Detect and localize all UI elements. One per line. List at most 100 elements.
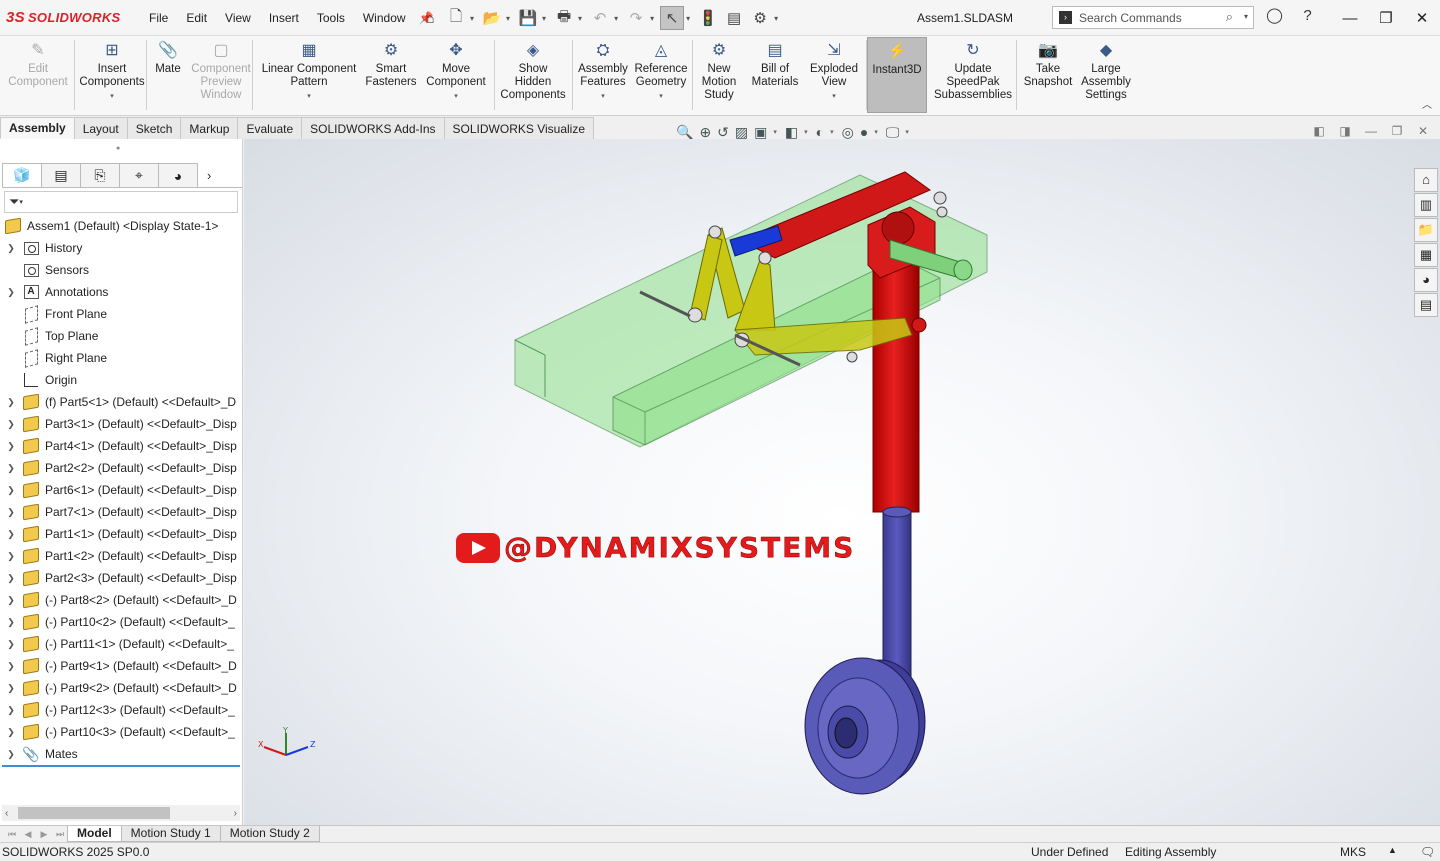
tree-item[interactable]: ❯ (f) Part5<1> (Default) <<Default>_D — [0, 391, 242, 413]
tree-item[interactable]: ❯ Part1<1> (Default) <<Default>_Disp — [0, 523, 242, 545]
new-dropdown-icon[interactable]: ▾ — [470, 14, 474, 23]
expand-chevron-icon[interactable]: ❯ — [0, 551, 22, 562]
show-hidden-components-button[interactable]: ◈ Show Hidden Components — [496, 39, 570, 102]
expand-chevron-icon[interactable]: ❯ — [0, 617, 22, 628]
view-palette-icon[interactable]: ▦ — [1414, 243, 1438, 267]
tab-solidworks-visualize[interactable]: SOLIDWORKS Visualize — [443, 117, 595, 139]
move-component-dropdown-icon[interactable]: ▾ — [454, 90, 458, 103]
options-dropdown-icon[interactable]: ▾ — [774, 14, 778, 23]
insert-components-button[interactable]: ⊞ Insert Components ▾ — [78, 39, 146, 103]
close-icon[interactable]: ✕ — [1404, 9, 1440, 27]
select-arrow-icon[interactable]: ↖ — [660, 6, 685, 30]
viewport-prev-icon[interactable]: ◧ — [1306, 124, 1332, 138]
viewport-next-icon[interactable]: ◨ — [1332, 124, 1358, 138]
tree-item[interactable]: ❯ (-) Part8<2> (Default) <<Default>_D — [0, 589, 242, 611]
tree-horizontal-scrollbar[interactable]: ‹ › — [2, 805, 240, 821]
monitor-dropdown-icon[interactable]: ▾ — [905, 128, 909, 136]
expand-chevron-icon[interactable]: ❯ — [0, 595, 22, 606]
view-settings-monitor-icon[interactable]: 🖵 — [886, 124, 900, 141]
expand-chevron-icon[interactable]: ❯ — [0, 639, 22, 650]
scroll-left-icon[interactable]: ‹ — [5, 808, 8, 819]
wheel[interactable] — [804, 657, 926, 795]
dimxpert-tab-icon[interactable]: ⌖ — [119, 163, 159, 187]
reference-geometry-dropdown-icon[interactable]: ▾ — [659, 90, 663, 103]
tree-item[interactable]: ❯ (-) Part9<2> (Default) <<Default>_D — [0, 677, 242, 699]
move-component-button[interactable]: ✥ Move Component ▾ — [422, 39, 490, 103]
insert-components-dropdown-icon[interactable]: ▾ — [110, 90, 114, 103]
appearances-icon[interactable]: ◕ — [1414, 268, 1438, 292]
expand-chevron-icon[interactable]: ❯ — [0, 661, 22, 672]
exploded-view-button[interactable]: ⇲ Exploded View ▾ — [806, 39, 862, 103]
tree-item[interactable]: ❯ (-) Part10<2> (Default) <<Default>_ — [0, 611, 242, 633]
scroll-thumb[interactable] — [18, 807, 170, 819]
edit-component-button[interactable]: ✎ Edit Component — [3, 39, 73, 89]
last-tab-icon[interactable]: ⏭ — [52, 826, 68, 842]
print-dropdown-icon[interactable]: ▾ — [578, 14, 582, 23]
new-document-icon[interactable]: 🗋 — [444, 6, 468, 30]
graphics-area[interactable]: @DYNAMIXSYSTEMS Y X Z — [244, 139, 1440, 825]
open-dropdown-icon[interactable]: ▾ — [506, 14, 510, 23]
previous-view-icon[interactable]: ↺ — [717, 124, 729, 141]
tree-item[interactable]: ❯ Part2<3> (Default) <<Default>_Disp — [0, 567, 242, 589]
menu-window[interactable]: Window — [354, 11, 415, 25]
expand-chevron-icon[interactable]: ❯ — [0, 507, 22, 518]
displaymanager-tab-icon[interactable]: ◕ — [158, 163, 198, 187]
filter-funnel-icon[interactable]: ⏷ — [9, 194, 19, 210]
bill-of-materials-button[interactable]: ▤ Bill of Materials — [746, 39, 804, 89]
exploded-view-dropdown-icon[interactable]: ▾ — [832, 90, 836, 103]
dynamic-annotation-icon[interactable]: ▣ — [754, 124, 767, 141]
help-icon[interactable]: ? — [1295, 7, 1320, 24]
tree-item[interactable]: ❯ Part2<2> (Default) <<Default>_Disp — [0, 457, 242, 479]
viewport-restore-icon[interactable]: ❐ — [1384, 124, 1410, 138]
mate-button[interactable]: 📎 Mate — [150, 39, 186, 76]
redo-icon[interactable]: ↷ — [624, 6, 648, 30]
expand-chevron-icon[interactable]: ❯ — [0, 727, 22, 738]
expand-chevron-icon[interactable]: ❯ — [0, 397, 22, 408]
new-motion-study-button[interactable]: ⚙ New Motion Study — [696, 39, 742, 102]
tab-evaluate[interactable]: Evaluate — [237, 117, 303, 139]
blue-lower-strut[interactable] — [882, 511, 912, 683]
more-tabs-icon[interactable]: › — [207, 163, 211, 187]
tree-item[interactable]: ❯ (-) Part11<1> (Default) <<Default>_ — [0, 633, 242, 655]
tree-item[interactable]: ❯ Part4<1> (Default) <<Default>_Disp — [0, 435, 242, 457]
update-speedpak-button[interactable]: ↻ Update SpeedPak Subassemblies — [932, 39, 1014, 102]
tree-filter[interactable]: ⏷ ▾ — [4, 191, 238, 213]
orientation-dropdown-icon[interactable]: ▾ — [804, 128, 808, 136]
hide-show-items-icon[interactable]: ◎ — [842, 124, 854, 141]
expand-chevron-icon[interactable]: ❯ — [0, 441, 22, 452]
reference-geometry-button[interactable]: ◬ Reference Geometry ▾ — [632, 39, 690, 103]
rollback-bar[interactable] — [2, 765, 240, 767]
expand-chevron-icon[interactable]: ❯ — [0, 749, 22, 760]
prev-tab-icon[interactable]: ◀ — [20, 826, 36, 842]
smart-fasteners-button[interactable]: ⚙ Smart Fasteners — [362, 39, 420, 89]
menu-view[interactable]: View — [216, 11, 260, 25]
tree-item[interactable]: ❯ (-) Part9<1> (Default) <<Default>_D — [0, 655, 242, 677]
search-dropdown-icon[interactable]: ▾ — [1244, 12, 1248, 21]
tree-item[interactable]: Sensors — [0, 259, 242, 281]
expand-chevron-icon[interactable]: ❯ — [0, 287, 22, 298]
tree-item[interactable]: ❯ Part7<1> (Default) <<Default>_Disp — [0, 501, 242, 523]
tree-item[interactable]: ❯ Part6<1> (Default) <<Default>_Disp — [0, 479, 242, 501]
large-assembly-settings-button[interactable]: ◆ Large Assembly Settings — [1078, 39, 1134, 102]
appearance-dropdown-icon[interactable]: ▾ — [874, 128, 878, 136]
menu-file[interactable]: File — [140, 11, 177, 25]
restore-icon[interactable]: ❐ — [1368, 9, 1404, 27]
options-gear-icon[interactable]: ⚙ — [748, 6, 772, 30]
next-tab-icon[interactable]: ▶ — [36, 826, 52, 842]
tree-item[interactable]: Front Plane — [0, 303, 242, 325]
search-icon[interactable]: ⌕ — [1226, 9, 1233, 25]
tree-item[interactable]: Right Plane — [0, 347, 242, 369]
minimize-icon[interactable]: — — [1332, 10, 1368, 27]
print-icon[interactable]: 🖶 — [552, 6, 576, 30]
design-library-icon[interactable]: ▥ — [1414, 193, 1438, 217]
search-commands-input[interactable]: › Search Commands ⌕ ▾ — [1052, 6, 1254, 29]
edit-appearance-icon[interactable]: ● — [860, 124, 868, 140]
custom-properties-icon[interactable]: ▤ — [1414, 293, 1438, 317]
user-account-icon[interactable]: ◯ — [1262, 6, 1287, 24]
expand-chevron-icon[interactable]: ❯ — [0, 705, 22, 716]
tab-motion-study-1[interactable]: Motion Study 1 — [120, 826, 221, 842]
solidworks-logo[interactable]: 3S SOLIDWORKS — [0, 9, 140, 26]
redo-dropdown-icon[interactable]: ▾ — [650, 14, 654, 23]
view-dropdown-icon[interactable]: ▾ — [773, 128, 777, 136]
expand-chevron-icon[interactable]: ❯ — [0, 683, 22, 694]
